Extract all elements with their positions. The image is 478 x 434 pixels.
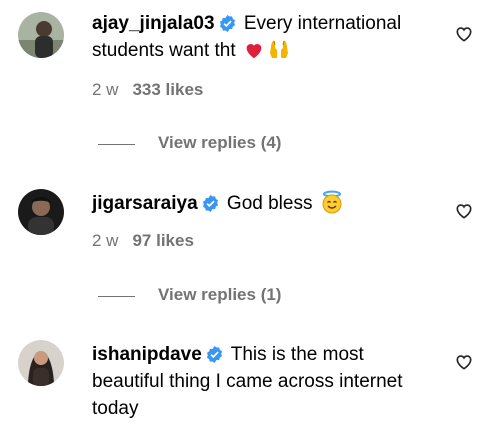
comment-username[interactable]: jigarsaraiya	[92, 193, 198, 214]
comment-meta: 2 w 333 likes	[92, 80, 203, 100]
avatar-image	[18, 12, 64, 58]
divider-line	[98, 296, 135, 297]
avatar[interactable]	[18, 340, 64, 386]
comment-text: God bless	[221, 193, 318, 214]
comment-time: 2 w	[92, 80, 119, 99]
like-count[interactable]: 333 likes	[132, 80, 203, 99]
like-heart-icon[interactable]	[454, 201, 474, 221]
like-count[interactable]: 97 likes	[132, 231, 193, 250]
comment-username[interactable]: ishanipdave	[92, 344, 202, 365]
comment-time: 2 w	[92, 231, 119, 250]
comment-body: jigarsaraiya God bless	[92, 190, 432, 217]
comment-meta: 2 w 97 likes	[92, 231, 194, 251]
comment-body: ishanipdave This is the most beautiful t…	[92, 341, 432, 422]
red-heart-icon	[246, 44, 262, 59]
smiling-face-with-halo-icon	[322, 190, 342, 214]
divider-line	[98, 144, 135, 145]
avatar-image	[18, 189, 64, 235]
comment-body: ajay_jinjala03 Every international stude…	[92, 10, 432, 64]
like-heart-icon[interactable]	[454, 352, 474, 372]
avatar[interactable]	[18, 189, 64, 235]
like-heart-icon[interactable]	[454, 24, 474, 44]
view-replies-label: View replies (1)	[158, 285, 282, 304]
view-replies-label: View replies (4)	[158, 133, 282, 152]
avatar-image	[18, 340, 64, 386]
raising-hands-icon	[269, 40, 288, 58]
verified-badge-icon	[202, 195, 218, 212]
verified-badge-icon	[219, 15, 235, 32]
avatar[interactable]	[18, 12, 64, 58]
comment-username[interactable]: ajay_jinjala03	[92, 13, 215, 34]
verified-badge-icon	[206, 346, 222, 363]
